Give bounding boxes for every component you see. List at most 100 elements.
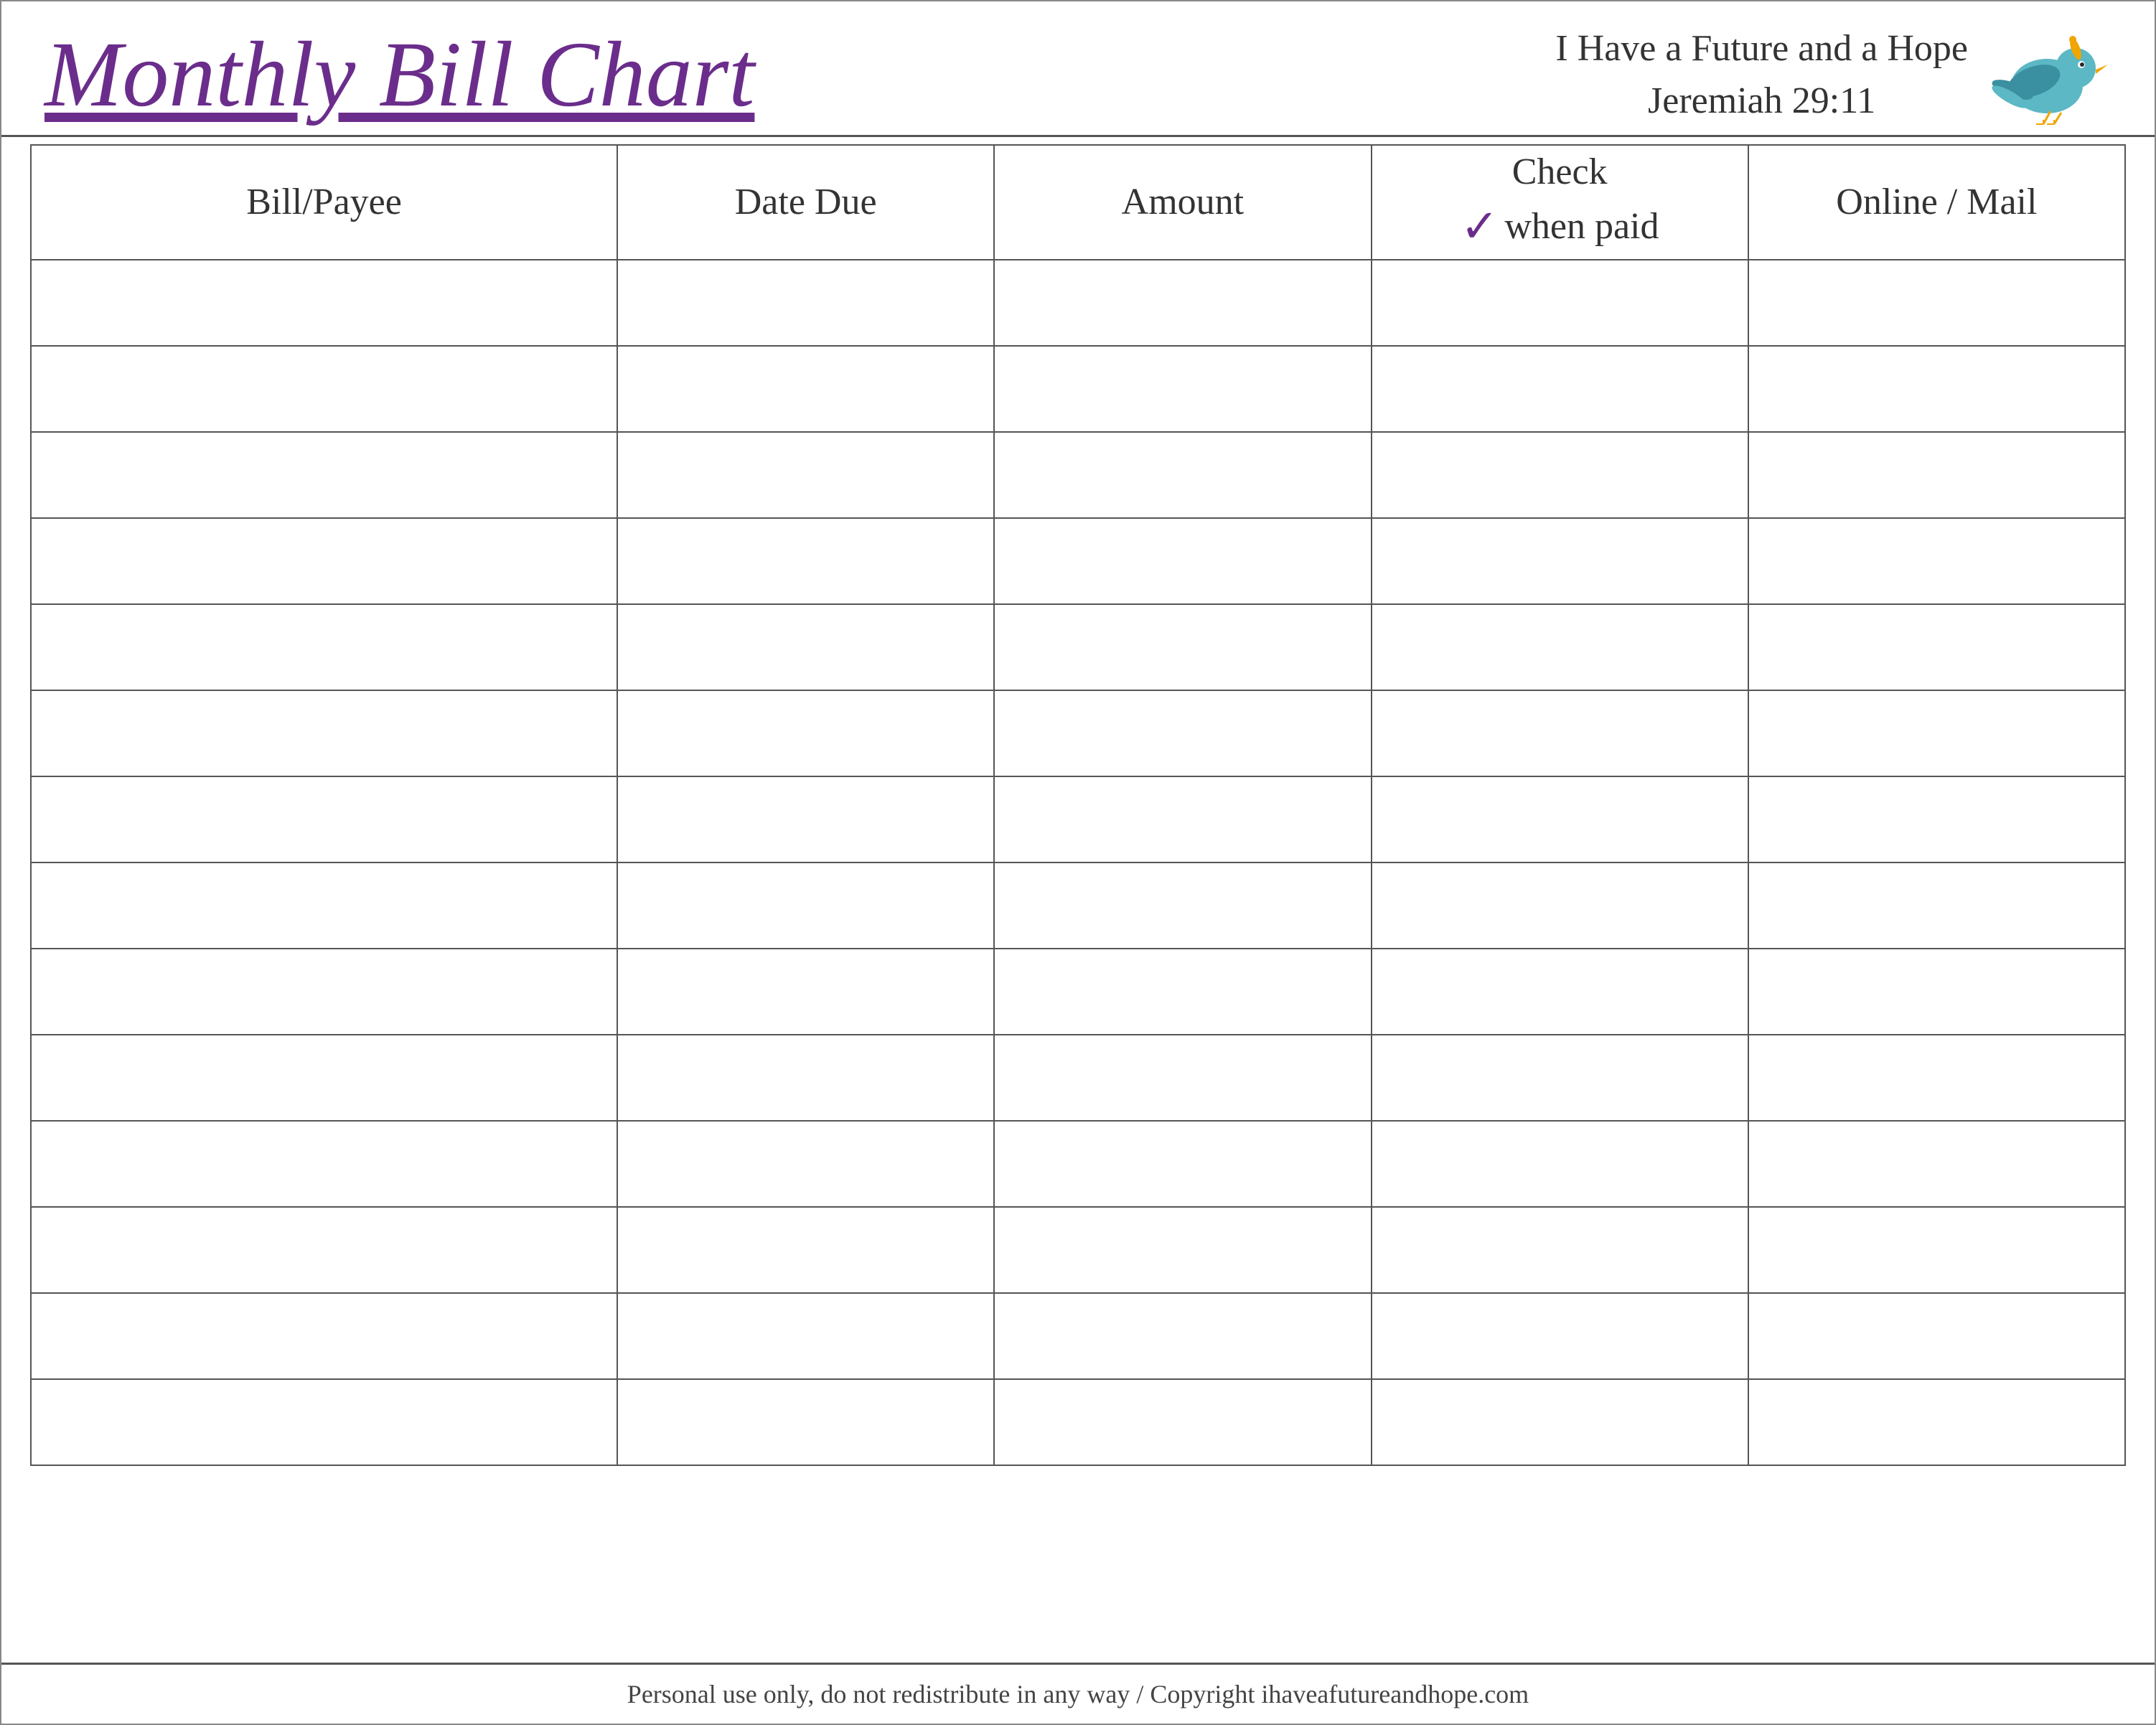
col-header-date: Date Due xyxy=(617,145,994,260)
table-cell xyxy=(994,690,1371,776)
table-row xyxy=(31,604,2125,690)
table-cell xyxy=(994,518,1371,604)
table-cell xyxy=(1748,862,2125,949)
table-cell xyxy=(994,346,1371,432)
table-cell xyxy=(617,776,994,862)
table-cell xyxy=(1748,518,2125,604)
table-cell xyxy=(617,518,994,604)
table-cell xyxy=(617,690,994,776)
col-header-amount: Amount xyxy=(994,145,1371,260)
table-cell xyxy=(1748,346,2125,432)
table-cell xyxy=(617,949,994,1035)
col-header-online: Online / Mail xyxy=(1748,145,2125,260)
table-row xyxy=(31,260,2125,346)
table-cell xyxy=(994,1293,1371,1379)
table-cell xyxy=(994,432,1371,518)
table-cell xyxy=(31,1379,617,1465)
table-cell xyxy=(1372,432,1748,518)
table-cell xyxy=(31,1207,617,1293)
table-cell xyxy=(1372,949,1748,1035)
table-cell xyxy=(994,862,1371,949)
table-cell xyxy=(1748,1293,2125,1379)
table-cell xyxy=(1748,690,2125,776)
table-row xyxy=(31,1207,2125,1293)
table-container: Bill/Payee Date Due Amount Check ✓ when … xyxy=(1,144,2155,1663)
table-cell xyxy=(31,1293,617,1379)
table-row xyxy=(31,1379,2125,1465)
table-cell xyxy=(994,1379,1371,1465)
table-cell xyxy=(31,1035,617,1121)
table-row xyxy=(31,862,2125,949)
table-cell xyxy=(617,260,994,346)
table-cell xyxy=(617,1293,994,1379)
check-header-content: Check ✓ when paid xyxy=(1372,148,1748,256)
table-cell xyxy=(31,432,617,518)
table-cell xyxy=(617,862,994,949)
col-header-check: Check ✓ when paid xyxy=(1372,145,1748,260)
table-header-row: Bill/Payee Date Due Amount Check ✓ when … xyxy=(31,145,2125,260)
table-cell xyxy=(1372,776,1748,862)
table-cell xyxy=(1372,1293,1748,1379)
table-cell xyxy=(1372,518,1748,604)
table-cell xyxy=(1372,604,1748,690)
table-cell xyxy=(1372,1379,1748,1465)
table-cell xyxy=(31,949,617,1035)
table-cell xyxy=(1372,862,1748,949)
table-cell xyxy=(617,1035,994,1121)
table-cell xyxy=(31,690,617,776)
page: Monthly Bill Chart I Have a Future and a… xyxy=(0,0,2156,1725)
table-cell xyxy=(1372,1207,1748,1293)
col-header-bill: Bill/Payee xyxy=(31,145,617,260)
table-row xyxy=(31,346,2125,432)
table-cell xyxy=(617,1379,994,1465)
table-row xyxy=(31,949,2125,1035)
table-cell xyxy=(1748,432,2125,518)
table-cell xyxy=(1372,260,1748,346)
footer: Personal use only, do not redistribute i… xyxy=(1,1663,2155,1724)
table-row xyxy=(31,1121,2125,1207)
table-cell xyxy=(31,260,617,346)
table-row xyxy=(31,518,2125,604)
table-cell xyxy=(1748,776,2125,862)
table-cell xyxy=(994,1035,1371,1121)
header: Monthly Bill Chart I Have a Future and a… xyxy=(1,1,2155,137)
tagline-bird-row: I Have a Future and a Hope Jeremiah 29:1… xyxy=(1555,23,2112,128)
table-cell xyxy=(31,1121,617,1207)
bill-chart-table: Bill/Payee Date Due Amount Check ✓ when … xyxy=(30,144,2126,1466)
table-cell xyxy=(617,346,994,432)
tagline-text: I Have a Future and a Hope Jeremiah 29:1… xyxy=(1555,23,1968,128)
title-block: Monthly Bill Chart xyxy=(44,24,754,126)
table-cell xyxy=(617,604,994,690)
page-title: Monthly Bill Chart xyxy=(44,24,754,126)
tagline-block: I Have a Future and a Hope Jeremiah 29:1… xyxy=(1555,23,2112,128)
table-cell xyxy=(1748,604,2125,690)
table-cell xyxy=(1372,690,1748,776)
table-cell xyxy=(31,604,617,690)
table-body xyxy=(31,260,2125,1465)
table-row xyxy=(31,776,2125,862)
checkmark-icon: ✓ xyxy=(1461,197,1499,256)
table-cell xyxy=(1372,1121,1748,1207)
table-cell xyxy=(31,518,617,604)
table-cell xyxy=(617,1121,994,1207)
table-cell xyxy=(617,1207,994,1293)
table-cell xyxy=(617,432,994,518)
table-cell xyxy=(994,604,1371,690)
table-cell xyxy=(1748,1207,2125,1293)
table-cell xyxy=(1748,949,2125,1035)
table-cell xyxy=(994,260,1371,346)
table-cell xyxy=(994,1121,1371,1207)
table-cell xyxy=(31,346,617,432)
table-cell xyxy=(1748,1035,2125,1121)
table-row xyxy=(31,432,2125,518)
table-cell xyxy=(1748,260,2125,346)
table-row xyxy=(31,1293,2125,1379)
table-cell xyxy=(994,949,1371,1035)
table-cell xyxy=(1372,346,1748,432)
bird-icon xyxy=(1982,25,2112,126)
table-cell xyxy=(1372,1035,1748,1121)
table-row xyxy=(31,690,2125,776)
table-cell xyxy=(31,862,617,949)
table-cell xyxy=(1748,1379,2125,1465)
table-cell xyxy=(1748,1121,2125,1207)
